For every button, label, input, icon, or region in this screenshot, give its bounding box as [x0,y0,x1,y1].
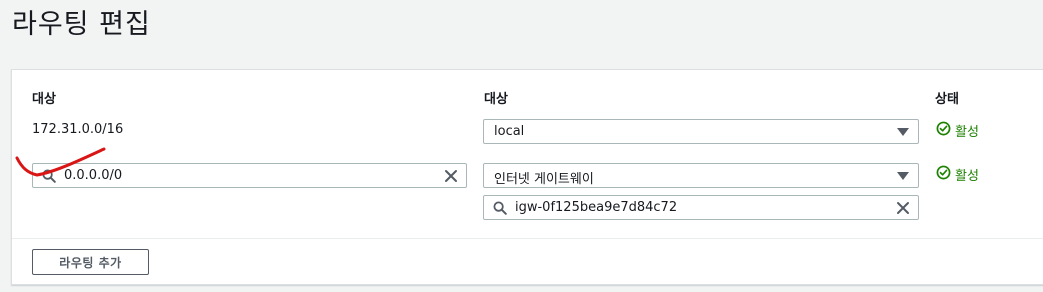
status-label: 활성 [955,169,979,184]
caret-down-icon [897,128,909,136]
target-select-value: 인터넷 게이트웨이 [494,172,594,187]
target-search-input[interactable]: igw-0f125bea9e7d84c72 [483,195,919,220]
status-label: 활성 [955,125,979,140]
target-select-local[interactable]: local [483,119,919,144]
search-icon [42,169,56,183]
destination-input[interactable]: 0.0.0.0/0 [32,163,467,188]
status-badge: 활성 [936,121,1016,140]
column-header-target: 대상 [484,92,508,107]
destination-input-value: 0.0.0.0/0 [64,168,123,183]
target-select-value: local [494,124,525,139]
caret-down-icon [897,172,909,180]
page-title: 라우팅 편집 [12,9,151,40]
divider [12,238,1043,239]
target-select-igw[interactable]: 인터넷 게이트웨이 [483,163,919,188]
target-search-value: igw-0f125bea9e7d84c72 [515,200,678,215]
column-header-status: 상태 [935,92,959,107]
route-table-panel: 대상 대상 상태 172.31.0.0/16 local 활성 0.0.0.0/… [11,69,1043,285]
check-circle-icon [936,165,951,180]
column-header-destination: 대상 [32,92,56,107]
status-badge: 활성 [936,165,1016,184]
search-icon [493,201,507,215]
add-route-button[interactable]: 라우팅 추가 [32,249,149,275]
close-icon[interactable] [896,201,910,215]
close-icon[interactable] [444,169,458,183]
check-circle-icon [936,121,951,136]
route-destination-text: 172.31.0.0/16 [32,122,124,137]
